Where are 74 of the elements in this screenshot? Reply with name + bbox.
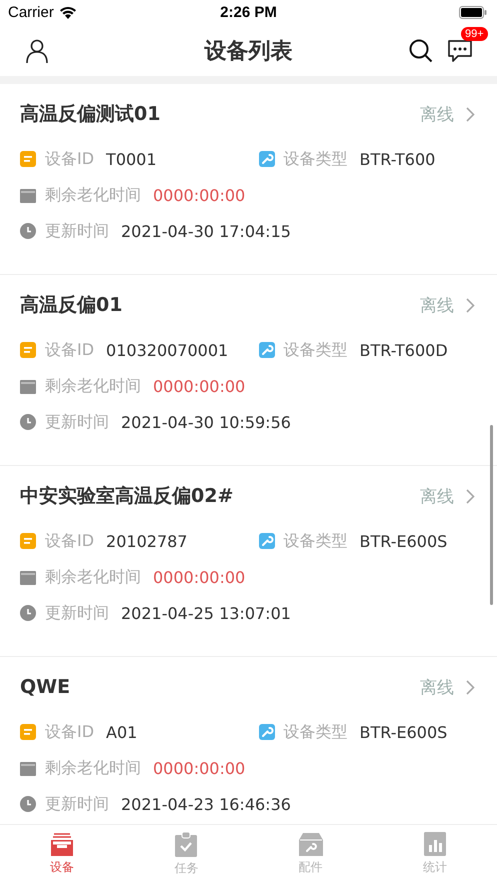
field-label: 设备ID <box>45 148 94 170</box>
tab[interactable]: 设备 <box>0 825 124 883</box>
device-name[interactable]: QWE <box>20 676 70 698</box>
notification-badge: 99+ <box>461 26 488 40</box>
update-time: 2021-04-30 17:04:15 <box>121 222 291 240</box>
device-type: BTR-T600D <box>360 340 448 360</box>
id-card-icon <box>20 151 36 167</box>
wrench-icon <box>258 342 274 358</box>
clock-icon <box>20 605 36 621</box>
clock-icon <box>20 414 36 430</box>
field-label: 更新时间 <box>45 412 109 432</box>
device-name[interactable]: 中安实验室高温反偏02# <box>20 483 234 509</box>
field-label: 剩余老化时间 <box>45 184 141 206</box>
calendar-icon <box>20 378 36 394</box>
update-time: 2021-04-25 13:07:01 <box>121 604 291 622</box>
field-label: 设备ID <box>45 530 94 552</box>
status-label: 离线 <box>420 294 454 316</box>
toolbox-icon <box>298 832 323 856</box>
device-type: BTR-E600S <box>360 722 448 742</box>
search-icon[interactable] <box>409 38 433 62</box>
remaining-time: 0000:00:00 <box>153 186 246 204</box>
clock-icon <box>20 223 36 239</box>
user-icon[interactable] <box>26 38 48 62</box>
device-id: 20102787 <box>106 532 188 550</box>
chevron-right-icon[interactable] <box>466 488 475 504</box>
field-label: 设备ID <box>45 340 94 360</box>
device-id: T0001 <box>106 150 157 168</box>
message-icon[interactable] <box>447 38 473 62</box>
chevron-right-icon[interactable] <box>466 106 475 122</box>
device-id: A01 <box>106 722 138 742</box>
status-label: 离线 <box>420 104 454 126</box>
clock-time: 2:26 PM <box>219 4 278 21</box>
field-label: 剩余老化时间 <box>45 566 141 588</box>
field-label: 剩余老化时间 <box>45 758 141 778</box>
clipboard-check-icon <box>175 832 198 856</box>
device-name[interactable]: 高温反偏01 <box>20 292 122 318</box>
id-card-icon <box>20 533 36 549</box>
status-label: 离线 <box>420 676 454 698</box>
chevron-right-icon[interactable] <box>466 298 475 312</box>
device-name[interactable]: 高温反偏测试01 <box>20 101 160 127</box>
calendar-icon <box>20 760 36 776</box>
device-type: BTR-T600 <box>360 150 436 168</box>
remaining-time: 0000:00:00 <box>153 758 246 778</box>
tray-icon <box>50 832 74 856</box>
field-label: 更新时间 <box>45 220 109 242</box>
remaining-time: 0000:00:00 <box>153 376 246 396</box>
id-card-icon <box>20 342 36 358</box>
field-label: 设备ID <box>45 722 94 742</box>
carrier-label: Carrier <box>8 4 54 21</box>
chevron-right-icon[interactable] <box>466 680 475 694</box>
remaining-time: 0000:00:00 <box>153 568 246 586</box>
field-label: 更新时间 <box>45 602 109 624</box>
field-label: 设备类型 <box>284 530 348 552</box>
field-label: 设备类型 <box>284 340 348 360</box>
status-label: 离线 <box>420 486 454 508</box>
device-type: BTR-E600S <box>360 532 448 550</box>
page-title: 设备列表 <box>203 38 294 66</box>
field-label: 更新时间 <box>45 794 109 814</box>
device-id: 010320070001 <box>106 340 228 360</box>
wrench-icon <box>258 533 274 549</box>
wrench-icon <box>258 724 274 740</box>
wrench-icon <box>258 151 274 167</box>
calendar-icon <box>20 570 36 584</box>
wifi-icon <box>58 6 77 19</box>
calendar-icon <box>20 188 36 202</box>
field-label: 设备类型 <box>284 722 348 742</box>
update-time: 2021-04-30 10:59:56 <box>121 412 291 432</box>
bar-chart-icon <box>424 832 446 856</box>
battery-icon <box>459 6 487 19</box>
update-time: 2021-04-23 16:46:36 <box>121 794 291 814</box>
id-card-icon <box>20 724 36 740</box>
field-label: 剩余老化时间 <box>45 376 141 396</box>
field-label: 设备类型 <box>284 148 348 170</box>
clock-icon <box>20 796 36 812</box>
